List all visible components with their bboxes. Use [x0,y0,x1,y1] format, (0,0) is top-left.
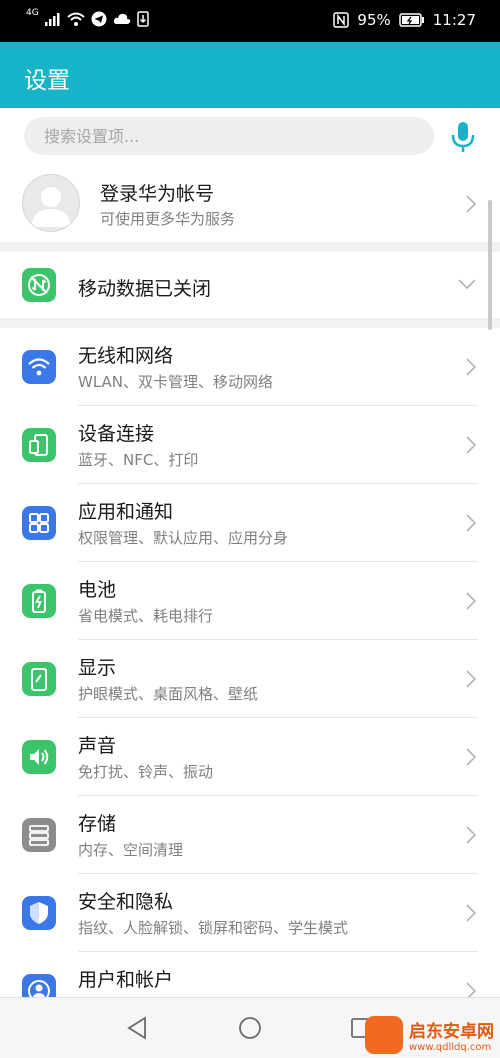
watermark-name: 启东安卓网 [409,1022,494,1042]
settings-item-sound[interactable]: 声音 免打扰、铃声、振动 [0,718,500,796]
section-divider [0,318,500,328]
chevron-right-icon [466,358,476,376]
chevron-right-icon [466,670,476,688]
wifi-icon [22,350,56,384]
default-avatar-icon [31,187,71,227]
account-title: 登录华为帐号 [100,183,215,205]
settings-item-title: 存储 [78,813,117,835]
settings-item-title: 显示 [78,657,117,679]
clock: 11:27 [432,11,476,29]
settings-item-title: 用户和帐户 [78,969,174,991]
search-input[interactable] [24,117,434,155]
settings-item-title: 声音 [78,735,117,757]
settings-item-title: 电池 [78,579,117,601]
settings-item-title: 安全和隐私 [78,891,174,913]
chevron-right-icon [466,592,476,610]
wifi-status-icon [67,12,85,26]
page-title: 设置 [24,68,70,94]
nfc-icon [333,12,350,28]
chevron-right-icon [466,195,476,213]
chevron-right-icon [466,748,476,766]
download-icon [136,11,149,27]
settings-item-device-connection[interactable]: 设备连接 蓝牙、NFC、打印 [0,406,500,484]
storage-icon [22,818,56,852]
chevron-right-icon [466,826,476,844]
telegram-icon [91,11,107,27]
chevron-down-icon[interactable] [458,279,476,289]
status-bar: 4G 95% 11:27 [0,0,500,42]
device-connect-icon [22,428,56,462]
chevron-right-icon [466,904,476,922]
settings-item-subtitle: 指纹、人脸解锁、锁屏和密码、学生模式 [78,919,349,937]
battery-icon [22,584,56,618]
search-row [0,108,500,166]
sound-icon [22,740,56,774]
section-divider [0,242,500,252]
settings-item-title: 设备连接 [78,423,155,445]
home-icon[interactable] [238,1016,262,1040]
settings-item-security-privacy[interactable]: 安全和隐私 指纹、人脸解锁、锁屏和密码、学生模式 [0,874,500,952]
settings-item-wireless[interactable]: 无线和网络 WLAN、双卡管理、移动网络 [0,328,500,406]
chevron-right-icon [466,436,476,454]
cloud-icon [113,13,130,24]
app-header: 设置 [0,42,500,108]
settings-item-subtitle: 免打扰、铃声、振动 [78,763,214,781]
watermark-url: www.qdlldq.com [409,1042,492,1053]
settings-item-title: 应用和通知 [78,501,174,523]
network-type: 4G [26,8,39,18]
settings-item-display[interactable]: 显示 护眼模式、桌面风格、壁纸 [0,640,500,718]
mobile-data-off-icon [22,268,56,302]
microphone-icon[interactable] [448,120,478,154]
settings-item-storage[interactable]: 存储 内存、空间清理 [0,796,500,874]
signal-icon [44,13,60,26]
system-navigation-bar: 启东安卓网 www.qdlldq.com [0,997,500,1058]
settings-item-subtitle: 护眼模式、桌面风格、壁纸 [78,685,259,703]
watermark-logo-icon [365,1016,403,1054]
settings-item-battery[interactable]: 电池 省电模式、耗电排行 [0,562,500,640]
scrollbar[interactable] [488,200,492,330]
avatar [22,174,80,232]
chevron-right-icon [466,514,476,532]
account-subtitle: 可使用更多华为服务 [100,210,236,228]
settings-item-subtitle: WLAN、双卡管理、移动网络 [78,373,274,391]
apps-icon [22,506,56,540]
settings-item-subtitle: 省电模式、耗电排行 [78,607,214,625]
settings-item-apps[interactable]: 应用和通知 权限管理、默认应用、应用分身 [0,484,500,562]
battery-status-icon [399,13,424,27]
mobile-data-row[interactable]: 移动数据已关闭 [0,252,500,318]
settings-item-subtitle: 内存、空间清理 [78,841,184,859]
shield-icon [22,896,56,930]
watermark: 启东安卓网 www.qdlldq.com [365,1016,494,1054]
settings-item-subtitle: 权限管理、默认应用、应用分身 [78,529,289,547]
back-icon[interactable] [126,1016,148,1040]
huawei-account-row[interactable]: 登录华为帐号 可使用更多华为服务 [0,166,500,242]
settings-item-title: 无线和网络 [78,345,174,367]
settings-item-subtitle: 蓝牙、NFC、打印 [78,451,199,469]
battery-level: 95% [357,11,391,29]
display-icon [22,662,56,696]
mobile-data-label: 移动数据已关闭 [78,278,212,300]
